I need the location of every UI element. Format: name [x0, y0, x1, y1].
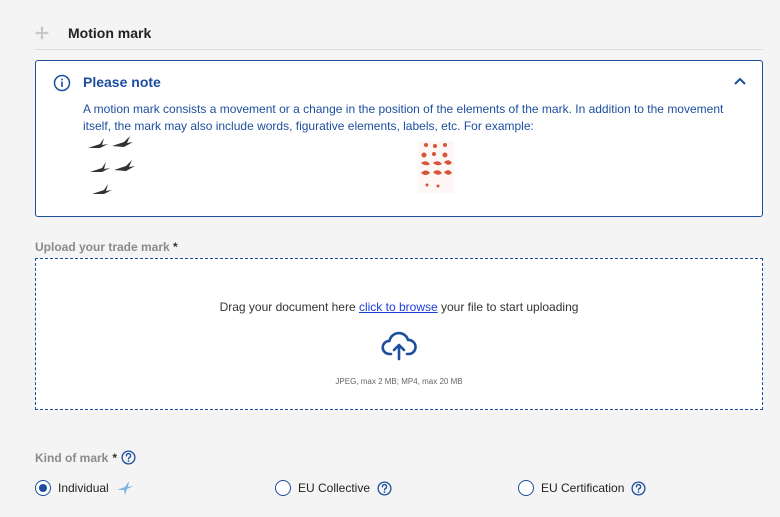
note-title: Please note: [83, 74, 161, 90]
upload-label: Upload your trade mark *: [35, 240, 178, 254]
help-icon[interactable]: [377, 480, 392, 496]
cloud-upload-icon[interactable]: [381, 331, 417, 361]
motion-arrows-icon: [35, 26, 49, 40]
radio-label-eu-collective: EU Collective: [298, 481, 371, 495]
upload-label-text: Upload your trade mark: [35, 240, 170, 254]
individual-bird-icon: [116, 481, 134, 495]
note-text: A motion mark consists a movement or a c…: [83, 102, 724, 133]
section-header: Motion mark: [35, 18, 763, 50]
example-birds-image: [88, 136, 135, 194]
upload-dropzone[interactable]: Drag your document here click to browse …: [35, 258, 763, 410]
drop-instructions: Drag your document here click to browse …: [36, 300, 762, 314]
browse-link[interactable]: click to browse: [359, 300, 438, 314]
info-icon: [53, 74, 71, 92]
drop-prefix: Drag your document here: [219, 300, 359, 314]
radio-label-individual: Individual: [58, 481, 109, 495]
radio-button[interactable]: [275, 480, 291, 496]
help-icon[interactable]: [631, 480, 646, 496]
radio-eu-certification[interactable]: EU Certification: [518, 480, 646, 496]
please-note-panel: Please note A motion mark consists a mov…: [35, 60, 763, 217]
radio-eu-collective[interactable]: EU Collective: [275, 480, 392, 496]
required-marker: *: [173, 240, 178, 254]
example-sequence-image: [418, 141, 454, 193]
radio-button[interactable]: [518, 480, 534, 496]
radio-button-selected[interactable]: [35, 480, 51, 496]
required-marker: *: [112, 450, 118, 465]
chevron-up-icon[interactable]: [732, 73, 748, 89]
accepted-formats: JPEG, max 2 MB; MP4, max 20 MB: [335, 377, 463, 386]
drop-suffix: your file to start uploading: [437, 300, 579, 314]
help-icon[interactable]: [121, 450, 136, 465]
radio-individual[interactable]: Individual: [35, 480, 136, 496]
kind-label-text: Kind of mark: [35, 450, 109, 465]
kind-of-mark-label: Kind of mark *: [35, 450, 136, 465]
radio-label-eu-certification: EU Certification: [541, 481, 625, 495]
section-title: Motion mark: [68, 25, 152, 41]
